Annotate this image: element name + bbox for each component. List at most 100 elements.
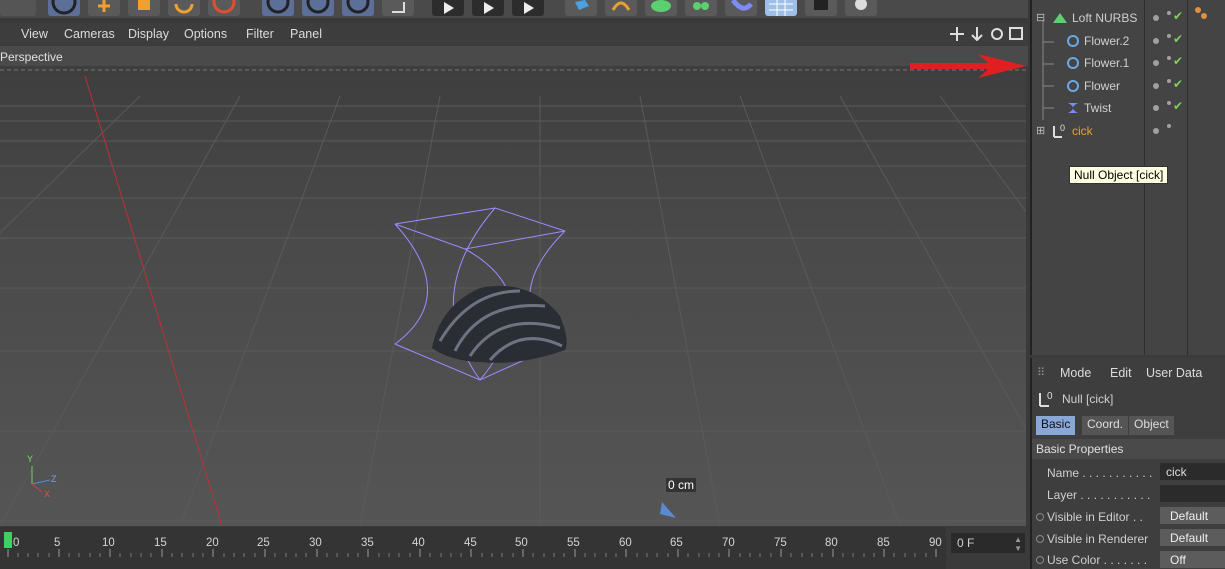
prop-label: Use Color . . . . . . . <box>1047 553 1148 567</box>
expand-icon[interactable]: ⊞ <box>1036 124 1045 137</box>
timeline[interactable]: 0 5 10 15 20 25 30 35 40 45 50 55 60 65 … <box>0 527 946 569</box>
scale-tool-icon[interactable] <box>128 0 160 16</box>
collapse-icon[interactable]: ⊟ <box>1036 11 1045 24</box>
enabled-check-icon[interactable]: ✔ <box>1173 99 1183 113</box>
visible-in-editor-select[interactable]: Default <box>1160 507 1225 524</box>
current-frame-field[interactable]: 0 F ▲ ▼ <box>951 533 1025 553</box>
object-row-flower-1[interactable]: Flower.1 ✔ <box>1032 53 1225 73</box>
timeline-tick: 55 <box>567 537 580 549</box>
object-row-flower-2[interactable]: Flower.2 ✔ <box>1032 31 1225 51</box>
menu-cameras[interactable]: Cameras <box>64 27 115 41</box>
flower-spline-icon <box>1067 35 1079 47</box>
null-object-icon: 0 <box>1039 391 1053 407</box>
viewport-camera-label: Perspective <box>0 46 1028 66</box>
layer-field[interactable] <box>1160 485 1225 502</box>
render-picture-viewer-icon[interactable] <box>472 0 504 16</box>
svg-text:0: 0 <box>1060 123 1065 133</box>
light-icon[interactable] <box>845 0 877 16</box>
menu-view[interactable]: View <box>21 27 48 41</box>
menu-filter[interactable]: Filter <box>246 27 274 41</box>
enabled-check-icon[interactable]: ✔ <box>1173 77 1183 91</box>
timeline-tick: 30 <box>309 537 322 549</box>
attr-menu-edit[interactable]: Edit <box>1110 366 1132 380</box>
main-toolbar <box>0 0 1028 18</box>
tooltip: Null Object [cick] <box>1069 166 1169 184</box>
enabled-check-icon[interactable]: ✔ <box>1173 54 1183 68</box>
timeline-tick: 5 <box>54 537 61 549</box>
distance-readout: 0 cm <box>666 478 697 492</box>
object-name: Flower.2 <box>1084 34 1130 48</box>
enabled-check-icon[interactable]: ✔ <box>1173 32 1183 46</box>
render-view-icon[interactable] <box>432 0 464 16</box>
timeline-tick: 75 <box>774 537 787 549</box>
nurbs-icon[interactable] <box>645 0 677 16</box>
menu-panel[interactable]: Panel <box>290 27 322 41</box>
animate-dot-icon[interactable] <box>1036 513 1044 521</box>
tab-object[interactable]: Object <box>1129 416 1174 435</box>
z-axis-lock-icon[interactable] <box>342 0 374 16</box>
visible-in-renderer-select[interactable]: Default <box>1160 529 1225 546</box>
stepper-icon[interactable]: ▲ ▼ <box>1014 535 1022 553</box>
camera-icon[interactable] <box>805 0 837 16</box>
timeline-tick: 70 <box>722 537 735 549</box>
timeline-tick: 80 <box>825 537 838 549</box>
animate-dot-icon[interactable] <box>1036 535 1044 543</box>
y-axis-lock-icon[interactable] <box>302 0 334 16</box>
prop-label: Visible in Renderer <box>1047 532 1149 546</box>
animate-dot-icon[interactable] <box>1036 556 1044 564</box>
object-name: Twist <box>1084 101 1112 115</box>
undo-icon[interactable] <box>48 0 80 16</box>
tab-coord[interactable]: Coord. <box>1082 416 1129 435</box>
floor-icon[interactable] <box>765 0 797 16</box>
viewport-navigation-icons[interactable] <box>950 27 1026 41</box>
timeline-tick: 35 <box>361 537 374 549</box>
live-selection-icon[interactable] <box>208 0 240 16</box>
x-axis-label: X <box>44 489 51 499</box>
spline-pen-icon[interactable] <box>605 0 637 16</box>
attribute-manager: ⠿ Mode Edit User Data 0 Null [cick] Basi… <box>1030 358 1225 569</box>
red-arrow-annotation <box>910 54 1026 78</box>
attr-menu-user-data[interactable]: User Data <box>1146 366 1202 380</box>
svg-text:0: 0 <box>1047 391 1053 402</box>
menu-options[interactable]: Options <box>184 27 227 41</box>
timeline-tick: 50 <box>515 537 528 549</box>
playhead[interactable] <box>4 532 12 548</box>
move-tool-icon[interactable] <box>88 0 120 16</box>
array-icon[interactable] <box>685 0 717 16</box>
timeline-tick: 25 <box>257 537 270 549</box>
null-object-icon: 0 <box>1053 123 1065 138</box>
section-title: Basic Properties <box>1036 442 1124 456</box>
timeline-tick: 60 <box>619 537 632 549</box>
deformer-icon[interactable] <box>725 0 757 16</box>
y-axis-label: Y <box>27 454 34 464</box>
timeline-tick: 90 <box>929 537 942 549</box>
object-row-flower[interactable]: Flower ✔ <box>1032 76 1225 96</box>
viewport-title: Perspective <box>0 50 63 64</box>
enabled-check-icon[interactable]: ✔ <box>1173 9 1183 23</box>
menu-display[interactable]: Display <box>128 27 169 41</box>
object-row-cick[interactable]: ⊞ 0 cick <box>1032 121 1225 141</box>
coordinate-system-icon[interactable] <box>382 0 414 16</box>
object-row-loft-nurbs[interactable]: ⊟ Loft NURBS ✔ <box>1032 8 1225 28</box>
rotate-tool-icon[interactable] <box>168 0 200 16</box>
use-color-select[interactable]: Off <box>1160 551 1225 568</box>
toolbar-button[interactable] <box>0 0 36 16</box>
attr-object-title: Null [cick] <box>1062 392 1114 406</box>
prop-label: Layer . . . . . . . . . . . <box>1047 488 1151 502</box>
render-settings-icon[interactable] <box>512 0 544 16</box>
x-axis-lock-icon[interactable] <box>262 0 294 16</box>
prop-label: Name . . . . . . . . . . . <box>1047 466 1153 480</box>
timeline-tick: 65 <box>670 537 683 549</box>
cube-icon[interactable] <box>565 0 597 16</box>
timeline-tick: 20 <box>206 537 219 549</box>
object-row-twist[interactable]: Twist ✔ <box>1032 98 1225 118</box>
name-field[interactable]: cick <box>1160 463 1225 480</box>
perspective-viewport[interactable]: Y Z X 0 cm <box>0 66 1026 526</box>
grip-icon[interactable]: ⠿ <box>1037 366 1045 379</box>
loft-nurbs-icon <box>1053 13 1067 23</box>
attr-menu-mode[interactable]: Mode <box>1060 366 1091 380</box>
tab-basic[interactable]: Basic <box>1036 416 1076 435</box>
object-name: Flower <box>1084 79 1121 93</box>
viewport-menu-bar: View Cameras Display Options Filter Pane… <box>0 23 1028 45</box>
timeline-tick: 40 <box>412 537 425 549</box>
